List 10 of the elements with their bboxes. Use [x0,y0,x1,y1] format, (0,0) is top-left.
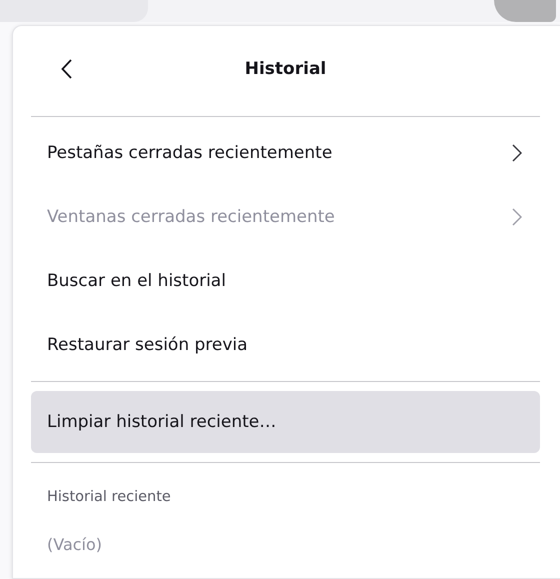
empty-label: (Vacío) [46,534,104,554]
chevron-right-icon [512,208,522,226]
menu-item[interactable]: Limpiar historial reciente… [31,391,540,453]
menu-item[interactable]: Restaurar sesión previa [31,313,540,377]
chevron-right-icon [512,144,522,162]
section-heading: Historial reciente [46,488,172,505]
panel-title: Historial [244,59,326,79]
toolbar-button[interactable] [494,0,556,22]
menu-item[interactable]: Buscar en el historial [31,249,540,313]
menu-item[interactable]: Pestañas cerradas recientemente [31,121,540,185]
